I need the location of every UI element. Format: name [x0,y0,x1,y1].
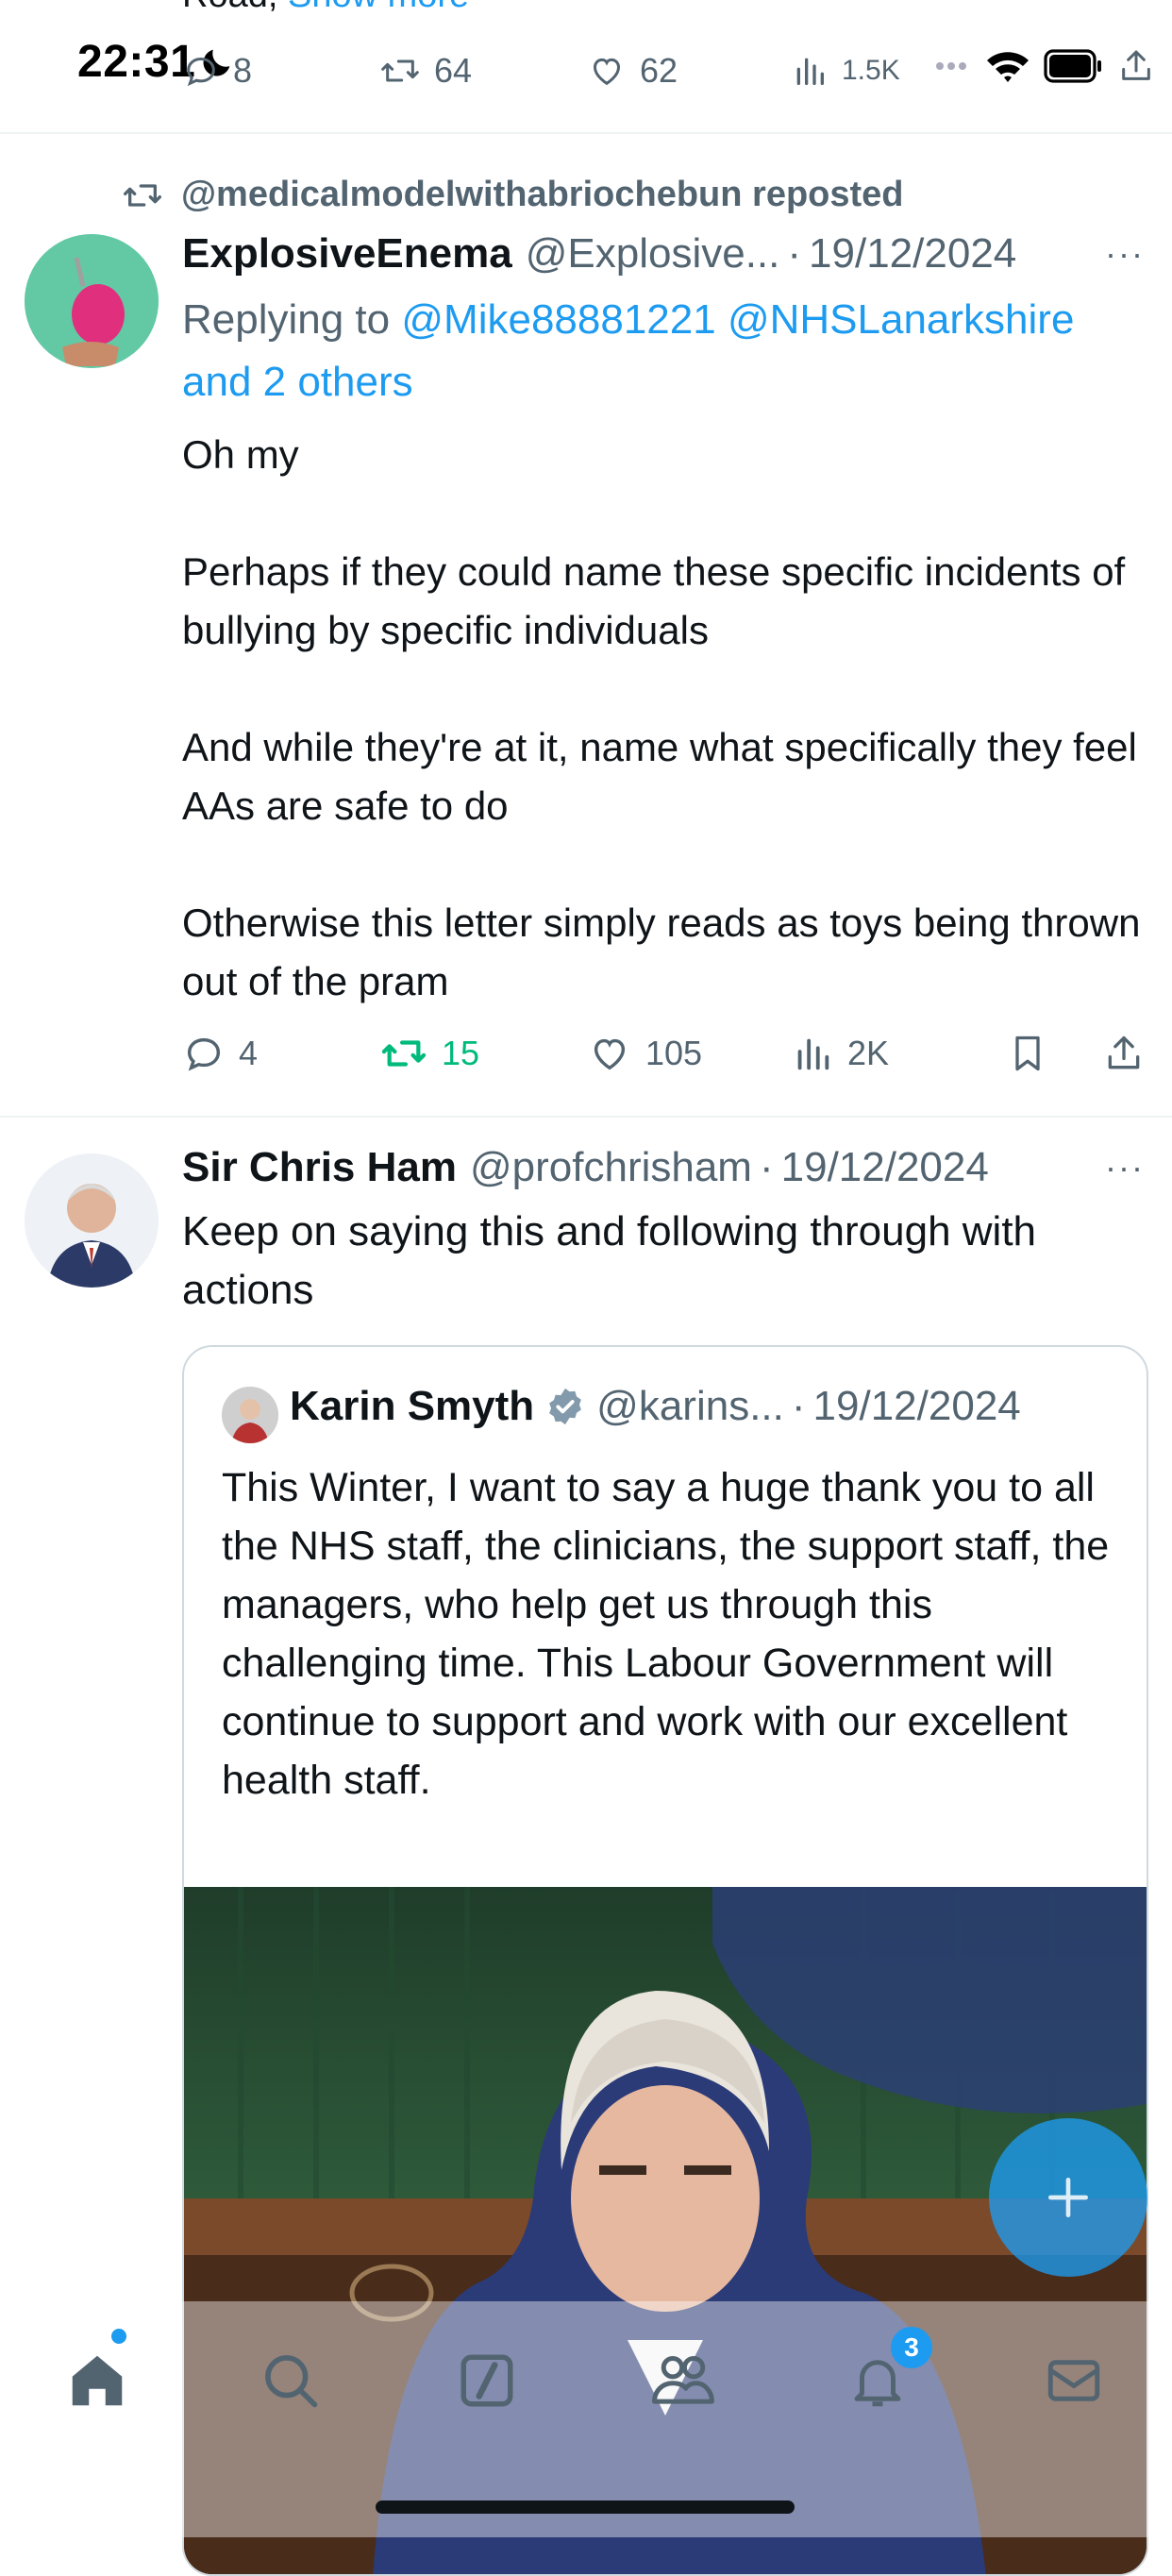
reply-target-link[interactable]: @Mike88881221 [401,296,715,343]
reply-count: 4 [239,1034,259,1072]
author-handle[interactable]: @Explosive... [526,230,780,278]
tweet-paragraph: Oh my [182,432,299,477]
separator-dot: · [787,230,802,277]
more-options-icon[interactable]: ··· [1105,234,1145,274]
nav-grok[interactable] [442,2335,532,2426]
repost-count: 64 [434,51,473,90]
quoted-author-handle: @karins... [596,1383,784,1429]
battery-icon [1044,49,1101,83]
search-icon [265,2355,318,2408]
replying-to: Replying to @Mike88881221 @NHSLanarkshir… [182,289,1154,413]
repost-context: @medicalmodelwithabriochebun reposted [121,175,904,215]
like-button[interactable]: 62 [587,51,791,91]
tweet-text: Keep on saying this and following throug… [182,1208,1037,1313]
tweet-divider [0,1116,1172,1118]
nav-home[interactable] [52,2335,142,2426]
reply-icon [187,57,215,87]
reply-count: 8 [233,51,253,90]
share-icon[interactable] [1117,45,1155,87]
quoted-author-name: Karin Smyth [290,1383,535,1429]
views-chart-icon [796,58,824,86]
repost-button[interactable]: 64 [379,51,587,91]
tweet-divider [0,132,1172,134]
reply-others-link[interactable]: and 2 others [182,359,413,405]
tweet-header: ExplosiveEnema @Explosive... · 19/12/202… [182,230,1145,278]
repost-icon [381,59,419,82]
author-handle[interactable]: @profchrisham [470,1144,752,1191]
tweet-date[interactable]: 19/12/2024 [781,1144,989,1191]
avatar [222,1387,278,1443]
repost-count: 15 [442,1034,480,1072]
heart-icon [594,1038,626,1070]
compose-fab-button[interactable] [989,2118,1147,2277]
more-options-icon[interactable]: ··· [1105,1148,1145,1187]
quoted-tweet-header: Karin Smyth @karins... · 19/12/2024 [290,1383,1021,1430]
mail-icon [1047,2360,1100,2401]
dots-indicator-icon [936,62,966,70]
tweet-actions: 4 15 105 2K [182,1031,1145,1076]
partial-text: Road, [182,0,277,15]
like-button[interactable]: 105 [587,1032,791,1075]
bookmark-icon[interactable] [1007,1031,1048,1076]
wifi-icon [987,52,1029,82]
views-chart-icon [797,1038,829,1070]
tweet-paragraph: Perhaps if they could name these specifi… [182,549,1126,652]
tweet-header: Sir Chris Ham @profchrisham · 19/12/2024… [182,1144,1145,1191]
views-count: 1.5K [842,55,900,86]
separator-dot: · [791,1383,806,1429]
author-name[interactable]: ExplosiveEnema [182,230,512,278]
previous-tweet-partial-text: Road, Show more [182,0,469,16]
home-icon [72,2355,123,2406]
person-avatar-icon [222,1387,278,1443]
avatar[interactable] [25,234,159,368]
nav-search[interactable] [245,2335,336,2426]
plus-icon [1048,2178,1088,2217]
communities-icon [652,2355,714,2404]
home-indicator [376,2500,795,2514]
reply-button[interactable]: 8 [182,51,379,91]
reply-button[interactable]: 4 [182,1032,379,1075]
reply-icon [187,1037,221,1071]
tweet-date[interactable]: 19/12/2024 [809,230,1016,278]
enema-bulb-avatar-icon [25,234,159,368]
author-name[interactable]: Sir Chris Ham [182,1144,457,1191]
views-button[interactable]: 2K [791,1032,998,1075]
repost-context-label: @medicalmodelwithabriochebun reposted [181,175,904,214]
tweet-actions-right [1007,1031,1145,1076]
views-count: 2K [847,1034,890,1072]
quoted-tweet-date: 19/12/2024 [812,1383,1021,1429]
notifications-badge: 3 [891,2327,932,2368]
avatar[interactable] [25,1153,159,1288]
repost-icon [124,183,161,207]
status-bar-right [934,45,1155,87]
like-count: 105 [645,1034,703,1072]
repost-active-icon [381,1040,427,1067]
nav-messages[interactable] [1029,2335,1119,2426]
tweet-paragraph: And while they're at it, name what speci… [182,725,1137,828]
tweet-text: Oh my Perhaps if they could name these s… [182,426,1145,1011]
status-time: 22:31 [77,37,196,87]
home-unread-dot [111,2329,126,2344]
quoted-tweet-text: This Winter, I want to say a huge thank … [222,1465,1110,1803]
verified-badge-icon [549,1388,582,1425]
share-icon[interactable] [1103,1031,1145,1076]
show-more-link[interactable]: Show more [288,0,469,15]
tweet-paragraph: Otherwise this letter simply reads as to… [182,901,1141,1003]
like-count: 62 [640,51,678,90]
repost-button[interactable]: 15 [379,1032,587,1075]
nav-communities[interactable] [638,2335,728,2426]
person-avatar-icon [25,1153,159,1288]
reply-target-link[interactable]: @NHSLanarkshire [728,296,1074,343]
separator-dot: · [759,1144,774,1190]
heart-icon [593,58,621,86]
replying-to-prefix: Replying to [182,296,391,343]
grok-icon [460,2354,513,2407]
